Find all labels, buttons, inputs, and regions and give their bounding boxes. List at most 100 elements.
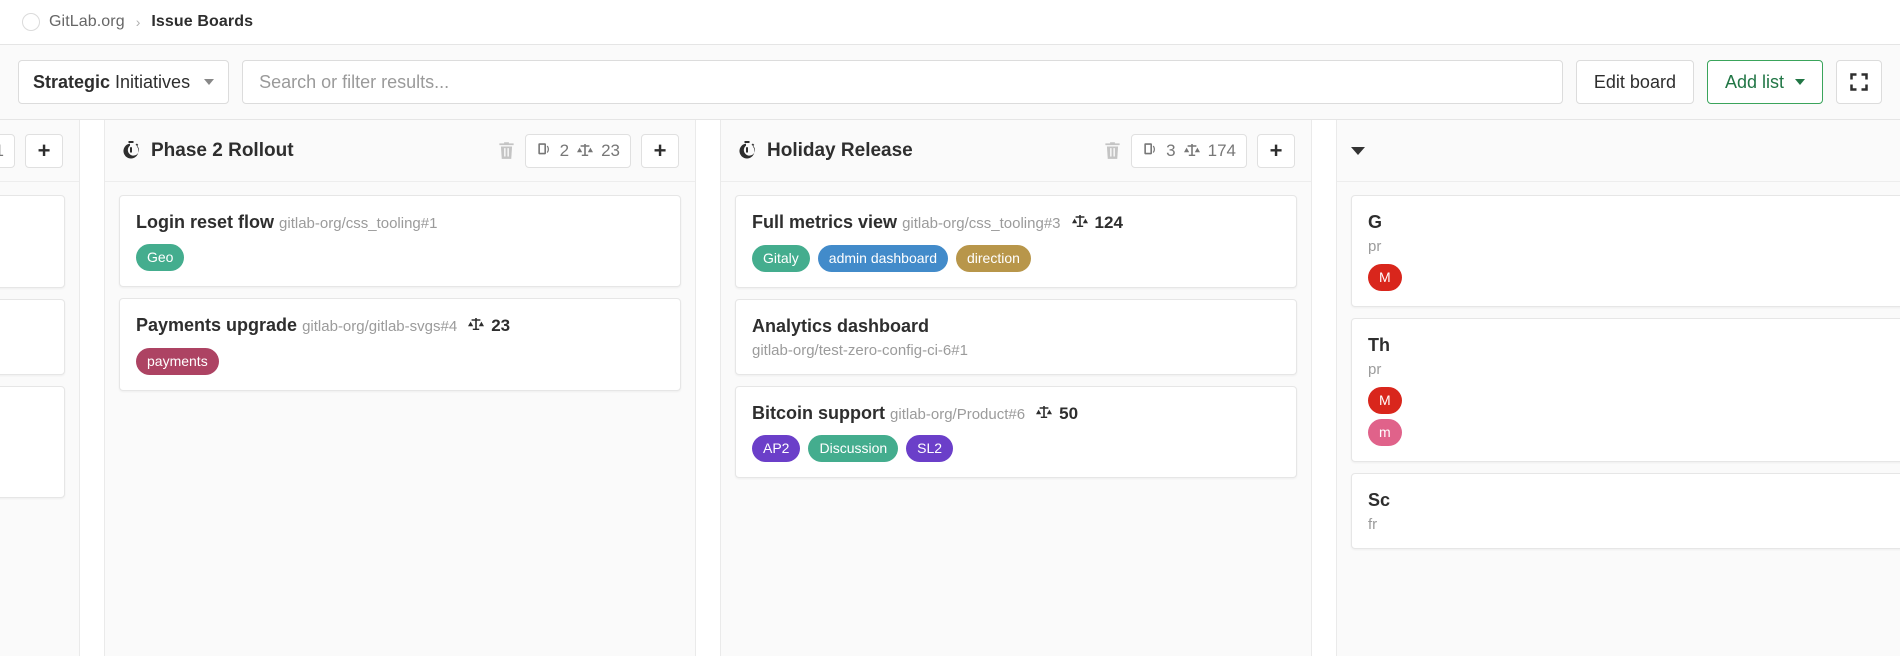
weight-scale-icon <box>1036 405 1053 418</box>
issue-reference: gitlab-org/test-zero-config-ci-6#1 <box>752 341 968 359</box>
issue-card[interactable]: Th pr M m <box>1351 318 1900 463</box>
milestone-timer-icon <box>123 140 139 159</box>
issue-card-header: Sc <box>1368 487 1896 513</box>
issue-card[interactable]: Full metrics view gitlab-org/css_tooling… <box>735 195 1297 288</box>
delete-list-icon[interactable] <box>1104 141 1121 160</box>
milestone-timer-icon <box>739 140 755 159</box>
issue-card-header: Full metrics view gitlab-org/css_tooling… <box>752 209 1280 236</box>
issue-card[interactable]: Bitcoin support gitlab-org/Product#6 50 … <box>735 385 1297 479</box>
board-list-holiday-release: Holiday Release 3 174 + Full metrics vie… <box>720 120 1312 656</box>
chevron-down-icon[interactable] <box>1351 146 1365 155</box>
list-issue-count: 2 <box>559 140 570 160</box>
issue-labels: Gitaly admin dashboard direction <box>752 244 1280 272</box>
breadcrumb-group-link[interactable]: GitLab.org <box>49 13 125 31</box>
issue-title[interactable]: Full metrics view <box>752 212 897 232</box>
issue-card[interactable]: Analytics dashboard gitlab-org/test-zero… <box>735 298 1297 375</box>
list-weight-total: 23 <box>601 140 620 160</box>
issue-title[interactable]: Th <box>1368 335 1390 355</box>
list-count-badge: 3 231 <box>0 133 15 168</box>
weight-scale-icon <box>468 318 485 331</box>
list-issue-count: 3 <box>1166 140 1176 160</box>
issue-card[interactable]: Sc fr <box>1351 473 1900 550</box>
add-issue-button[interactable]: + <box>1257 133 1295 168</box>
issues-icon <box>537 143 549 155</box>
issue-reference: gitlab-org/test-zero-config-ci-6#2 <box>0 429 48 446</box>
issue-card-header: Login reset flow gitlab-org/css_tooling#… <box>136 209 664 235</box>
issue-card[interactable]: Login reset flow gitlab-org/css_tooling#… <box>119 195 681 288</box>
add-list-button[interactable]: Add list <box>1706 60 1823 104</box>
breadcrumb-separator-icon: › <box>135 14 141 30</box>
issue-title[interactable]: Analytics dashboard <box>752 316 929 336</box>
board-switcher-label: Strategic Initiatives <box>33 72 190 93</box>
board-switcher-dropdown[interactable]: Strategic Initiatives <box>18 60 230 104</box>
list-title: Holiday Release <box>767 139 913 161</box>
issue-title[interactable]: Login reset flow <box>136 212 274 232</box>
issue-card-header: Login flow with security questions <box>0 313 48 339</box>
issue-labels: AP2 Discussion SL2 <box>752 435 1280 463</box>
issue-title[interactable]: Sc <box>1368 490 1390 510</box>
issue-label[interactable]: Discussion <box>808 435 899 463</box>
issue-reference: gitlab-org/gitlab-selenium-server#2 <box>0 342 48 359</box>
issue-card-header: Payments upgrade gitlab-org/gitlab-svgs#… <box>136 312 664 339</box>
issue-card-header: Deprecate cash payments <box>0 400 48 426</box>
issue-label[interactable]: Geo <box>136 244 185 272</box>
issue-labels: payments <box>136 347 664 375</box>
issue-reference: pr <box>1368 361 1382 379</box>
board-lists-container: 2018 Q3 3 231 + Support refunds <box>0 120 1900 656</box>
issue-labels: Geo <box>136 244 664 272</box>
fullscreen-button[interactable] <box>1836 60 1882 104</box>
board-name-rest: Initiatives <box>110 71 191 92</box>
issue-label[interactable]: M <box>1368 387 1402 415</box>
issue-label[interactable]: direction <box>955 244 1031 272</box>
chevron-down-icon <box>1795 79 1805 85</box>
search-input[interactable]: Search or filter results... <box>242 60 1563 104</box>
list-header: Holiday Release 3 174 + <box>721 120 1311 182</box>
issue-title[interactable]: G <box>1368 212 1382 232</box>
issue-label[interactable]: SL2 <box>906 435 954 463</box>
delete-list-icon[interactable] <box>498 141 515 160</box>
issue-label[interactable]: AP2 <box>752 435 801 463</box>
list-weight-total: 174 <box>1207 140 1236 160</box>
issue-card[interactable]: Login flow with security questions gitla… <box>0 298 65 375</box>
search-placeholder: Search or filter results... <box>259 71 450 92</box>
issue-weight: 124 <box>1094 213 1123 232</box>
list-header: 2018 Q3 3 231 + <box>0 120 79 182</box>
issue-labels: auto closed <box>0 245 48 272</box>
fullscreen-icon <box>1850 73 1868 91</box>
issue-label[interactable]: payments <box>136 347 219 375</box>
add-list-label: Add list <box>1724 71 1784 92</box>
list-cards: G pr M Th pr M m Sc fr <box>1337 182 1900 656</box>
list-title: Phase 2 Rollout <box>151 139 294 161</box>
add-issue-button[interactable]: + <box>25 133 63 168</box>
issue-card[interactable]: Support refunds gitlab-org/css_tooling#2… <box>0 195 65 288</box>
issue-card-header: Bitcoin support gitlab-org/Product#6 50 <box>752 400 1280 427</box>
board-list-2018-q3: 2018 Q3 3 231 + Support refunds <box>0 120 80 656</box>
issue-label[interactable]: admin dashboard <box>817 244 948 272</box>
issue-card-header: Th <box>1368 332 1896 358</box>
board-list-phase-2-rollout: Phase 2 Rollout 2 23 + Login reset flow <box>104 120 696 656</box>
issue-weight: 23 <box>491 316 511 336</box>
list-cards: Full metrics view gitlab-org/css_tooling… <box>721 182 1311 656</box>
issue-card-header: Analytics dashboard <box>752 313 1280 339</box>
list-weight-total: 231 <box>0 141 4 161</box>
add-issue-button[interactable]: + <box>641 133 679 168</box>
edit-board-button[interactable]: Edit board <box>1575 60 1694 104</box>
issue-labels: AP3 SL3 payments <box>0 455 48 482</box>
issue-reference: gitlab-org/css_tooling#1 <box>279 215 438 232</box>
issue-weight: 50 <box>1059 403 1079 423</box>
issue-card[interactable]: Deprecate cash payments gitlab-org/test-… <box>0 385 65 498</box>
issue-card[interactable]: Payments upgrade gitlab-org/gitlab-svgs#… <box>119 298 681 391</box>
breadcrumb-current-page: Issue Boards <box>151 13 254 30</box>
list-header: Phase 2 Rollout 2 23 + <box>105 120 695 182</box>
issue-label[interactable]: Gitaly <box>752 244 810 272</box>
issue-label[interactable]: m <box>1368 419 1402 447</box>
issue-card[interactable]: G pr M <box>1351 195 1900 308</box>
issue-title[interactable]: Payments upgrade <box>136 315 297 335</box>
list-count-badge: 2 23 <box>524 133 631 168</box>
issue-labels: M <box>1368 264 1896 292</box>
issue-label[interactable]: M <box>1368 264 1402 292</box>
board-name-strong: Strategic <box>33 71 111 92</box>
issue-reference: gitlab-org/css_tooling#3 <box>902 215 1061 232</box>
list-cards: Login reset flow gitlab-org/css_tooling#… <box>105 182 695 656</box>
issue-title[interactable]: Bitcoin support <box>752 403 885 423</box>
